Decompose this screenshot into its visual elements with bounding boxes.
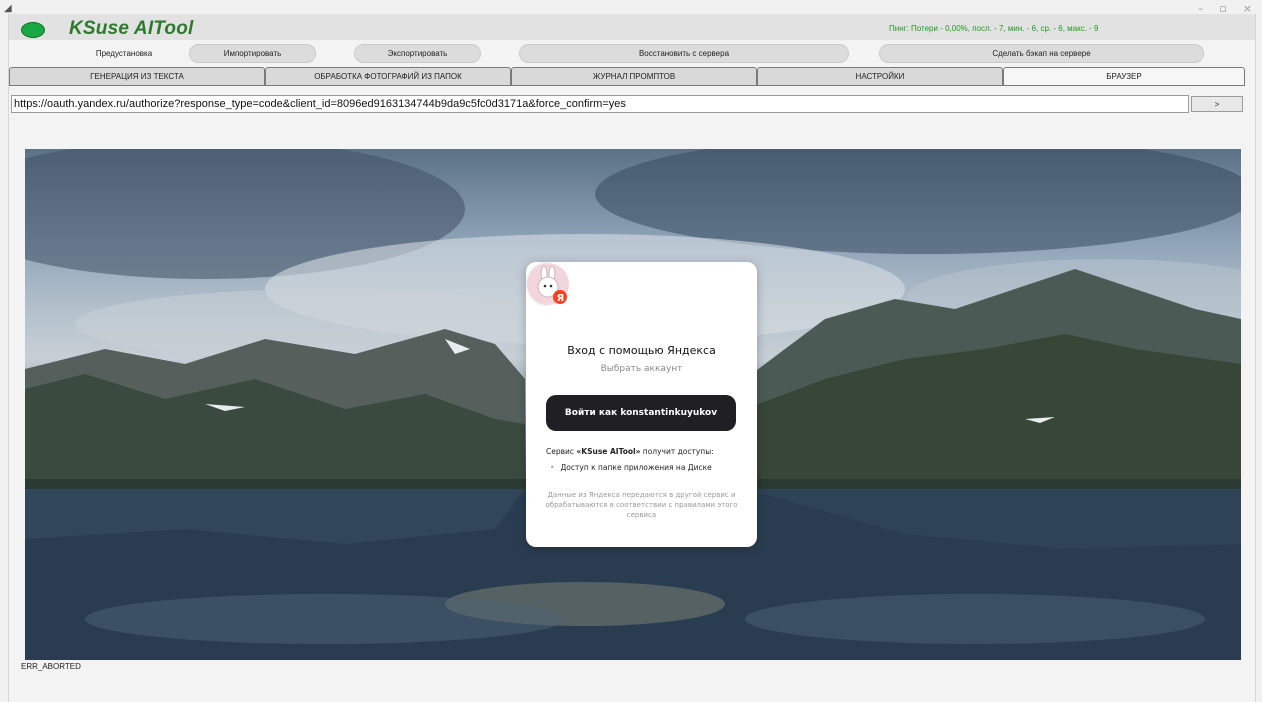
tab-browser[interactable]: БРАУЗЕР [1003,67,1245,86]
access-intro: Сервис «KSuse AITool» получит доступы: [546,447,714,456]
tab-settings[interactable]: НАСТРОЙКИ [757,67,1003,86]
yandex-avatar-icon: Я [527,263,569,305]
yandex-login-card: KS Я Вход с помощью Яндекса Выбрать акка… [526,262,757,547]
app-header: KSuse AITool Пинг: Потери - 0,00%, посл.… [9,14,1255,40]
main-tabs: ГЕНЕРАЦИЯ ИЗ ТЕКСТА ОБРАБОТКА ФОТОГРАФИЙ… [9,67,1249,87]
tab-prompt-log[interactable]: ЖУРНАЛ ПРОМПТОВ [511,67,757,86]
yandex-badge-text: Я [557,293,565,304]
action-toolbar: Предустановка Импортировать Экспортирова… [9,44,1255,64]
browser-viewport: KS Я Вход с помощью Яндекса Выбрать акка… [25,149,1241,660]
browser-url-input[interactable]: https://oauth.yandex.ru/authorize?respon… [11,95,1189,113]
restore-from-server-button[interactable]: Восстановить с сервера [519,44,849,63]
access-item: • Доступ к папке приложения на Диске [550,463,712,472]
bullet-icon: • [550,463,555,472]
ping-status: Пинг: Потери - 0,00%, посл. - 7, мин. - … [889,24,1099,33]
preset-button[interactable]: Предустановка [59,44,189,63]
export-button[interactable]: Экспортировать [354,44,481,63]
backup-to-server-button[interactable]: Сделать бэкап на сервере [879,44,1204,63]
tab-photo-processing[interactable]: ОБРАБОТКА ФОТОГРАФИЙ ИЗ ПАПОК [265,67,511,86]
window-icon: ◢ [4,3,12,14]
tab-text-generation[interactable]: ГЕНЕРАЦИЯ ИЗ ТЕКСТА [9,67,265,86]
app-title: KSuse AITool [69,18,194,39]
app-window: KSuse AITool Пинг: Потери - 0,00%, посл.… [8,14,1256,702]
login-as-button[interactable]: Войти как konstantinkuyukov [546,395,736,431]
browser-status-text: ERR_ABORTED [21,662,81,671]
data-disclaimer: Данные из Яндекса передаются в другой се… [545,491,738,519]
service-name: «KSuse AITool» [576,447,641,456]
browser-go-button[interactable]: > [1191,96,1243,112]
connection-status-indicator [21,22,45,38]
login-title: Вход с помощью Яндекса [567,344,716,357]
import-button[interactable]: Импортировать [189,44,316,63]
choose-account-link[interactable]: Выбрать аккаунт [526,364,757,374]
